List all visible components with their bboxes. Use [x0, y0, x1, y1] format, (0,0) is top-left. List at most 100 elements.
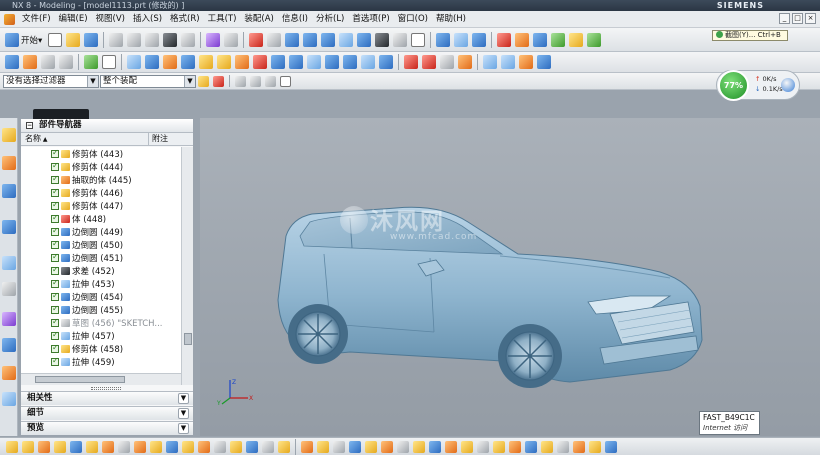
- lasso-icon[interactable]: [250, 75, 261, 87]
- visibility-checkbox[interactable]: [51, 343, 59, 353]
- menu-tools[interactable]: 工具(T): [204, 11, 241, 27]
- bottom-tool-icon[interactable]: [429, 440, 441, 453]
- rectangle-icon[interactable]: [102, 55, 116, 69]
- menu-window[interactable]: 窗口(O): [394, 11, 432, 27]
- through-curves-icon[interactable]: [483, 55, 497, 69]
- extrude-icon[interactable]: [41, 55, 55, 69]
- chevron-down-icon[interactable]: ▼: [87, 75, 98, 87]
- vertical-scroll-thumb[interactable]: [184, 333, 192, 345]
- visibility-checkbox[interactable]: [51, 317, 59, 327]
- chamfer-icon[interactable]: [217, 55, 231, 69]
- bottom-tool-icon[interactable]: [477, 440, 489, 453]
- visibility-checkbox[interactable]: [51, 330, 59, 340]
- vertical-scrollbar[interactable]: [181, 147, 193, 385]
- tree-row[interactable]: 边倒圆 (449): [21, 225, 181, 238]
- menu-view[interactable]: 视图(V): [92, 11, 129, 27]
- bottom-tool-icon[interactable]: [246, 440, 258, 453]
- start-button[interactable]: 开始▾: [21, 34, 42, 46]
- thicken-icon[interactable]: [325, 55, 339, 69]
- bottom-tool-icon[interactable]: [525, 440, 537, 453]
- menu-help[interactable]: 帮助(H): [432, 11, 470, 27]
- minimize-button[interactable]: _: [779, 13, 790, 24]
- graphics-window[interactable]: 沐风网 www.mfcad.com Z X Y: [200, 118, 820, 436]
- copy-icon[interactable]: [127, 32, 142, 47]
- bottom-tool-icon[interactable]: [278, 440, 290, 453]
- point-icon[interactable]: [497, 32, 512, 47]
- system-materials-icon[interactable]: [2, 282, 16, 296]
- menu-preferences[interactable]: 首选项(P): [348, 11, 393, 27]
- bottom-tool-icon[interactable]: [605, 440, 617, 453]
- edit-section-icon[interactable]: [375, 32, 390, 47]
- draft-icon[interactable]: [253, 55, 267, 69]
- bottom-tool-icon[interactable]: [397, 440, 409, 453]
- bottom-tool-icon[interactable]: [230, 440, 242, 453]
- offset-face-icon[interactable]: [307, 55, 321, 69]
- roles-icon[interactable]: [2, 366, 16, 380]
- visibility-checkbox[interactable]: [51, 278, 59, 288]
- horizontal-scrollbar[interactable]: [21, 373, 181, 385]
- section-dependencies[interactable]: 相关性 ▼: [21, 391, 193, 405]
- tree-row[interactable]: 体 (448): [21, 212, 181, 225]
- rotate-icon[interactable]: [321, 32, 336, 47]
- bottom-tool-icon[interactable]: [182, 440, 194, 453]
- navigator-tab[interactable]: [33, 109, 89, 119]
- tree-row[interactable]: 修剪体 (446): [21, 186, 181, 199]
- menu-insert[interactable]: 插入(S): [129, 11, 166, 27]
- sketch-icon[interactable]: [569, 32, 584, 47]
- line-icon[interactable]: [404, 55, 418, 69]
- history-icon[interactable]: [2, 256, 16, 270]
- snap-point-icon[interactable]: [436, 32, 451, 47]
- shaded-icon[interactable]: [339, 32, 354, 47]
- menu-assemblies[interactable]: 装配(A): [240, 11, 277, 27]
- revolve-icon[interactable]: [59, 55, 73, 69]
- panel-resize-grip[interactable]: [91, 387, 121, 390]
- bottom-tool-icon[interactable]: [102, 440, 114, 453]
- column-note[interactable]: 附注: [149, 133, 168, 145]
- tree-row[interactable]: 边倒圆 (454): [21, 290, 181, 303]
- tree-row[interactable]: 求差 (452): [21, 264, 181, 277]
- visibility-checkbox[interactable]: [51, 148, 59, 158]
- undo-icon[interactable]: [163, 32, 178, 47]
- process-studio-icon[interactable]: [2, 338, 16, 352]
- wcs-icon[interactable]: [454, 32, 469, 47]
- tree-row[interactable]: 拉伸 (453): [21, 277, 181, 290]
- visibility-checkbox[interactable]: [51, 200, 59, 210]
- bottom-tool-icon[interactable]: [333, 440, 345, 453]
- subtract-icon[interactable]: [181, 55, 195, 69]
- fit-icon[interactable]: [249, 32, 264, 47]
- tree-row[interactable]: 拉伸 (459): [21, 355, 181, 368]
- nx-app-icon[interactable]: [4, 13, 15, 25]
- bridge-curve-icon[interactable]: [458, 55, 472, 69]
- rectangle-select-icon[interactable]: [280, 75, 291, 87]
- bottom-tool-icon[interactable]: [413, 440, 425, 453]
- deselect-icon[interactable]: [265, 75, 276, 87]
- bottom-tool-icon[interactable]: [301, 440, 313, 453]
- assembly-navigator-icon[interactable]: [2, 128, 16, 142]
- bottom-tool-icon[interactable]: [70, 440, 82, 453]
- arc-icon[interactable]: [422, 55, 436, 69]
- zoom-window-icon[interactable]: [267, 32, 282, 47]
- sketch-tool-icon[interactable]: [5, 55, 19, 69]
- mirror-icon[interactable]: [361, 55, 375, 69]
- studio-surface-icon[interactable]: [537, 55, 551, 69]
- web-browser-icon[interactable]: [2, 392, 16, 406]
- sew-icon[interactable]: [379, 55, 393, 69]
- selection-scope-select[interactable]: 整个装配 ▼: [100, 74, 196, 88]
- filter-options-icon[interactable]: [198, 75, 209, 87]
- start-icon[interactable]: [5, 32, 19, 47]
- collapse-icon[interactable]: −: [26, 122, 33, 129]
- horizontal-scroll-thumb[interactable]: [35, 376, 125, 383]
- part-navigator-icon[interactable]: [2, 184, 16, 198]
- open-folder-icon[interactable]: [66, 32, 81, 47]
- bottom-tool-icon[interactable]: [54, 440, 66, 453]
- bottom-tool-icon[interactable]: [38, 440, 50, 453]
- tree-row[interactable]: 边倒圆 (451): [21, 251, 181, 264]
- tree-row[interactable]: 修剪体 (447): [21, 199, 181, 212]
- display-mode-icon[interactable]: [393, 32, 408, 47]
- tree-row[interactable]: 边倒圆 (455): [21, 303, 181, 316]
- chevron-down-icon[interactable]: ▼: [178, 393, 189, 404]
- bottom-tool-icon[interactable]: [166, 440, 178, 453]
- menu-file[interactable]: 文件(F): [18, 11, 55, 27]
- redo-icon[interactable]: [181, 32, 196, 47]
- tree-row[interactable]: 修剪体 (458): [21, 342, 181, 355]
